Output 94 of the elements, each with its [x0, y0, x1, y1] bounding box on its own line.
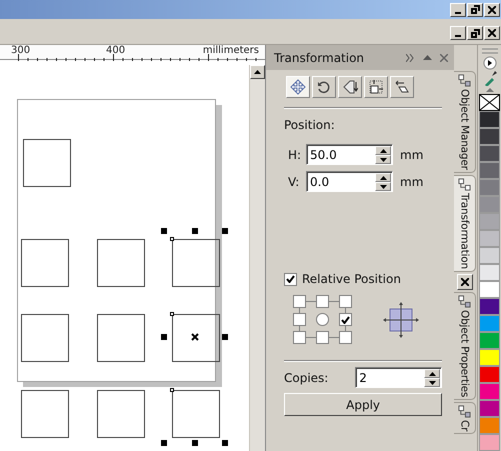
color-swatch[interactable]: [479, 400, 500, 417]
spin-up-button[interactable]: [424, 369, 440, 378]
minimize-icon: [455, 12, 461, 14]
field-label: H:: [288, 148, 302, 162]
color-swatch[interactable]: [479, 196, 500, 213]
anchor-checkbox[interactable]: [293, 295, 306, 308]
close-tab-button[interactable]: [457, 274, 474, 290]
spin-down-button[interactable]: [375, 182, 391, 191]
minimize-icon: [455, 35, 461, 37]
unit-label: mm: [400, 174, 424, 188]
down-arrow-icon: [380, 158, 386, 162]
restore-icon: [470, 5, 480, 14]
scale-icon: [342, 79, 358, 95]
color-swatch[interactable]: [479, 366, 500, 383]
anchor-checkbox[interactable]: [339, 313, 352, 326]
restore-button[interactable]: [467, 26, 483, 40]
close-icon[interactable]: [440, 54, 448, 62]
section-label: Position:: [284, 118, 336, 132]
skew-icon: [394, 79, 410, 95]
color-swatch[interactable]: [479, 298, 500, 315]
rotate-icon: [316, 79, 332, 95]
spin-up-button[interactable]: [375, 173, 391, 182]
restore-button[interactable]: [467, 2, 483, 16]
down-arrow-icon: [380, 184, 386, 188]
scroll-up-button[interactable]: [250, 65, 265, 79]
anchor-checkbox[interactable]: [339, 331, 352, 344]
up-arrow-icon: [254, 70, 261, 74]
tool-tab[interactable]: [338, 76, 362, 98]
collapse-icon[interactable]: [423, 55, 432, 60]
spin-down-button[interactable]: [375, 155, 391, 164]
close-icon: [461, 278, 470, 286]
no-color-swatch[interactable]: [479, 94, 500, 111]
color-swatch[interactable]: [479, 247, 500, 264]
minimize-button[interactable]: [450, 2, 466, 16]
tab-icon: [458, 74, 472, 87]
anchor-checkbox[interactable]: [316, 295, 329, 308]
up-arrow-icon: [380, 148, 386, 152]
restore-icon: [470, 28, 480, 38]
side-tab[interactable]: Cr: [454, 402, 476, 434]
down-arrow-icon: [428, 380, 436, 384]
checkbox[interactable]: [284, 272, 297, 286]
close-button[interactable]: [484, 26, 500, 40]
spin-down-button[interactable]: [424, 378, 440, 387]
tab-icon: [458, 294, 472, 308]
center-anchor-radio[interactable]: [316, 313, 329, 326]
color-swatch[interactable]: [479, 332, 500, 349]
size-icon: [368, 79, 384, 95]
close-button[interactable]: [484, 2, 500, 16]
color-swatch[interactable]: [479, 264, 500, 281]
color-swatch[interactable]: [479, 179, 500, 196]
tab-icon: [458, 404, 472, 418]
color-swatch[interactable]: [479, 128, 500, 145]
side-tab[interactable]: Transformation: [454, 174, 476, 272]
anchor-checkbox[interactable]: [316, 331, 329, 344]
spin-up-button[interactable]: [375, 146, 391, 155]
copies-label: Copies:: [284, 370, 328, 384]
ruler-unit: millimeters: [202, 45, 259, 56]
up-arrow-icon: [380, 176, 386, 180]
ruler-label: 400: [106, 45, 126, 56]
move-icon: [290, 79, 306, 95]
up-arrow-icon: [428, 372, 436, 376]
anchor-checkbox[interactable]: [339, 295, 352, 308]
up-arrow-icon: [486, 88, 494, 92]
field-label: V:: [288, 174, 300, 188]
color-swatch[interactable]: [479, 383, 500, 400]
ruler-label: 300: [11, 45, 30, 56]
side-tab[interactable]: Object Properties: [454, 292, 476, 400]
anchor-checkbox[interactable]: [293, 331, 306, 344]
tool-tab[interactable]: [312, 76, 336, 98]
tool-tab[interactable]: [390, 76, 414, 98]
scrollbar[interactable]: [249, 65, 265, 451]
color-swatch[interactable]: [479, 417, 500, 434]
close-icon: [488, 6, 496, 14]
tab-icon: [458, 178, 472, 191]
checkbox-label: Relative Position: [302, 272, 401, 286]
apply-button[interactable]: Apply: [284, 393, 442, 416]
color-swatch[interactable]: [479, 111, 500, 128]
minimize-button[interactable]: [450, 26, 466, 40]
color-swatch[interactable]: [479, 213, 500, 230]
color-swatch[interactable]: [479, 349, 500, 366]
color-swatch[interactable]: [479, 145, 500, 162]
color-swatch[interactable]: [479, 281, 500, 298]
tool-tab[interactable]: [364, 76, 388, 98]
position-preview-icon: [383, 302, 419, 338]
unit-label: mm: [400, 148, 424, 162]
color-swatch[interactable]: [479, 434, 500, 451]
color-swatch[interactable]: [479, 230, 500, 247]
docker-title: Transformation: [274, 50, 366, 64]
double-chevron-icon[interactable]: [406, 54, 416, 62]
side-tab[interactable]: Object Manager: [454, 71, 476, 173]
close-icon: [488, 29, 496, 37]
color-swatch[interactable]: [479, 162, 500, 179]
color-swatch[interactable]: [479, 315, 500, 332]
anchor-checkbox[interactable]: [293, 313, 306, 326]
